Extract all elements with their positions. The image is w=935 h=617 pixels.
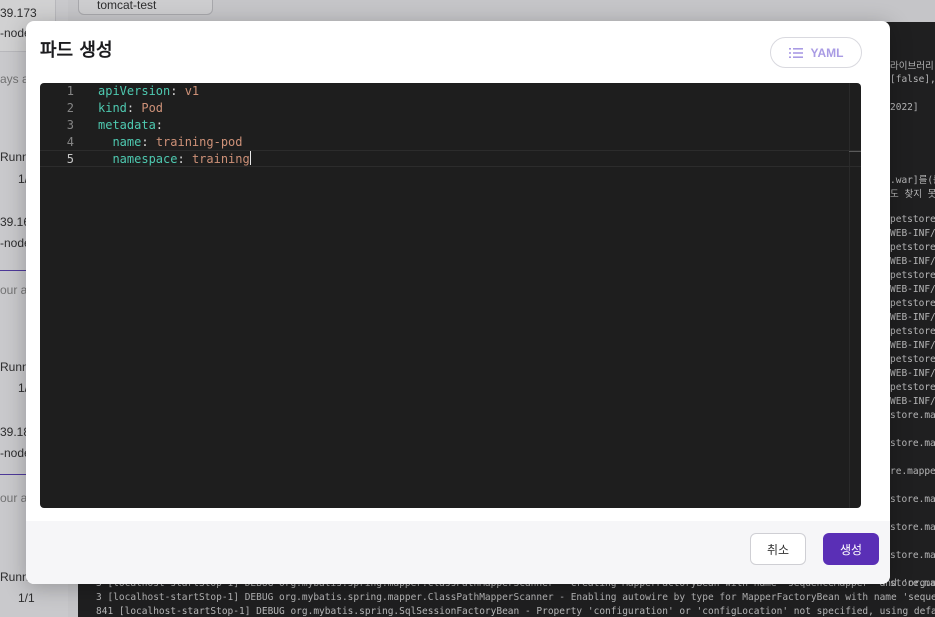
yaml-value: training: [191, 152, 250, 166]
text-caret: [249, 151, 251, 165]
create-pod-dialog: 파드 생성 YAML 1 apiVersion: v1 2 kind: Pod …: [26, 21, 890, 584]
code-line[interactable]: 1 apiVersion: v1: [40, 83, 861, 100]
yaml-value: training-pod: [155, 135, 243, 149]
dialog-title: 파드 생성: [40, 40, 113, 61]
yaml-key: namespace: [112, 152, 178, 166]
list-icon: [788, 47, 803, 58]
yaml-key: kind: [98, 101, 127, 115]
code-line[interactable]: 3 metadata:: [40, 117, 861, 134]
yaml-editor[interactable]: 1 apiVersion: v1 2 kind: Pod 3 metadata:…: [40, 83, 861, 508]
yaml-value: Pod: [141, 101, 164, 115]
yaml-toggle-button[interactable]: YAML: [770, 37, 862, 68]
yaml-value: v1: [184, 84, 200, 98]
code-text[interactable]: name: training-pod: [98, 134, 243, 151]
yaml-button-label: YAML: [810, 45, 844, 60]
yaml-key: apiVersion: [98, 84, 171, 98]
cancel-button[interactable]: 취소: [750, 533, 806, 565]
code-text[interactable]: namespace: training: [98, 151, 251, 168]
code-line[interactable]: 4 name: training-pod: [40, 134, 861, 151]
code-line-current[interactable]: 5 namespace: training: [40, 151, 861, 168]
code-text[interactable]: metadata:: [98, 117, 163, 134]
create-button[interactable]: 생성: [823, 533, 879, 565]
yaml-key: metadata: [98, 118, 156, 132]
dialog-footer: 취소 생성: [26, 521, 890, 584]
code-text[interactable]: kind: Pod: [98, 100, 163, 117]
line-number: 2: [66, 101, 74, 115]
line-number: 5: [66, 152, 74, 166]
line-number: 1: [66, 84, 74, 98]
line-number: 4: [66, 135, 74, 149]
yaml-key: name: [112, 135, 142, 149]
line-number: 3: [66, 118, 74, 132]
code-text[interactable]: apiVersion: v1: [98, 83, 199, 100]
code-line[interactable]: 2 kind: Pod: [40, 100, 861, 117]
